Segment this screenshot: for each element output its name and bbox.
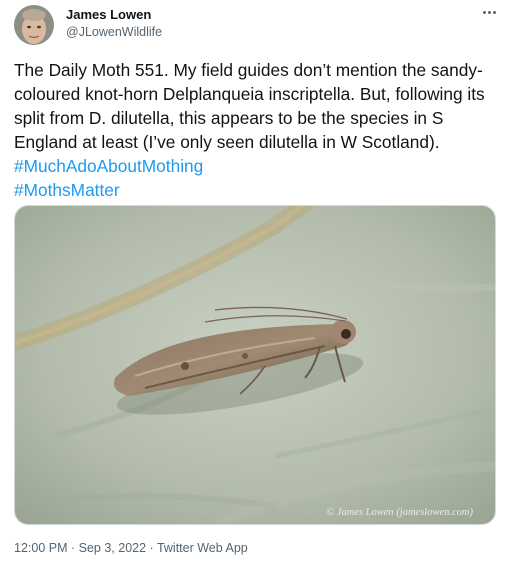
hashtag-link[interactable]: #MothsMatter bbox=[14, 180, 120, 200]
tweet-time[interactable]: 12:00 PM bbox=[14, 541, 68, 555]
photo-credit: © James Lowen (jameslowen.com) bbox=[326, 507, 473, 518]
tweet-body: The Daily Moth 551. My field guides don’… bbox=[14, 60, 485, 152]
avatar[interactable] bbox=[14, 5, 54, 45]
moth-photo[interactable]: © James Lowen (jameslowen.com) bbox=[14, 205, 496, 525]
tweet-text: The Daily Moth 551. My field guides don’… bbox=[14, 58, 506, 202]
author-name[interactable]: James Lowen bbox=[66, 7, 151, 22]
hashtag-link[interactable]: #MuchAdoAboutMothing bbox=[14, 156, 203, 176]
tweet-card: James Lowen @JLowenWildlife The Daily Mo… bbox=[0, 0, 514, 572]
tweet-meta: 12:00 PM · Sep 3, 2022 · Twitter Web App bbox=[14, 541, 248, 555]
tweet-client[interactable]: Twitter Web App bbox=[157, 541, 248, 555]
author-handle[interactable]: @JLowenWildlife bbox=[66, 25, 162, 39]
separator: · bbox=[146, 541, 157, 555]
more-options-icon[interactable] bbox=[476, 1, 502, 23]
tweet-date[interactable]: Sep 3, 2022 bbox=[79, 541, 146, 555]
separator: · bbox=[67, 541, 79, 555]
